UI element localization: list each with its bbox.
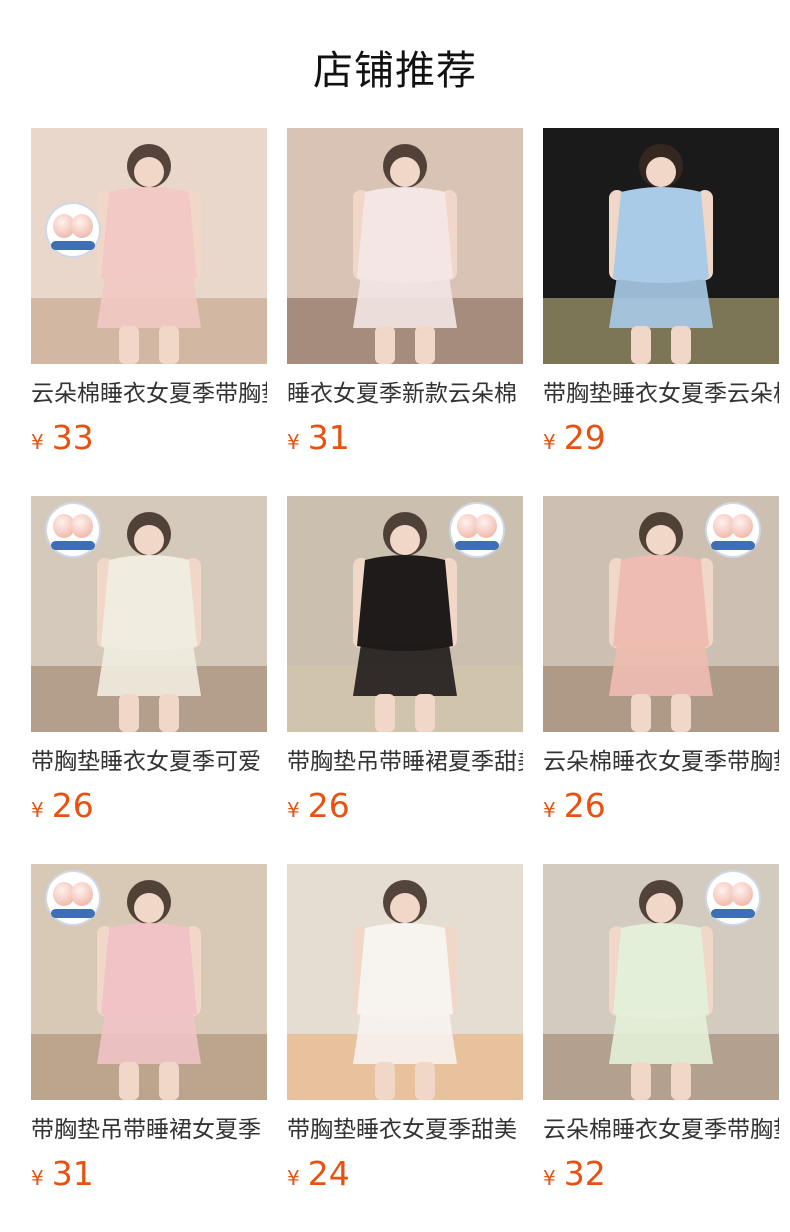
product-image[interactable]	[543, 128, 779, 364]
product-card[interactable]: 睡衣女夏季新款云朵棉 ¥31	[287, 128, 523, 468]
product-name[interactable]: 云朵棉睡衣女夏季带胸垫	[543, 746, 779, 778]
currency-symbol: ¥	[543, 798, 556, 822]
product-price: ¥31	[31, 1152, 94, 1196]
bra-pad-badge-icon	[451, 504, 503, 556]
product-name[interactable]: 睡衣女夏季新款云朵棉	[287, 378, 523, 410]
currency-symbol: ¥	[287, 1166, 300, 1190]
product-price: ¥31	[287, 416, 350, 460]
product-name[interactable]: 带胸垫睡衣女夏季可爱	[31, 746, 267, 778]
product-photo	[543, 128, 779, 364]
product-card[interactable]: 带胸垫睡衣女夏季云朵棉 ¥29	[543, 128, 779, 468]
price-amount: 33	[51, 418, 94, 457]
price-amount: 26	[307, 786, 350, 825]
product-card[interactable]: 云朵棉睡衣女夏季带胸垫 ¥32	[543, 864, 779, 1204]
product-price: ¥26	[287, 784, 350, 828]
product-name[interactable]: 云朵棉睡衣女夏季带胸垫	[543, 1114, 779, 1146]
product-name[interactable]: 带胸垫吊带睡裙女夏季	[31, 1114, 267, 1146]
product-image[interactable]	[31, 864, 267, 1100]
product-photo	[287, 864, 523, 1100]
product-price: ¥33	[31, 416, 94, 460]
product-image[interactable]	[287, 128, 523, 364]
currency-symbol: ¥	[287, 430, 300, 454]
currency-symbol: ¥	[31, 1166, 44, 1190]
product-price: ¥26	[31, 784, 94, 828]
product-card[interactable]: 带胸垫吊带睡裙夏季甜美 ¥26	[287, 496, 523, 836]
currency-symbol: ¥	[543, 430, 556, 454]
product-image[interactable]	[31, 128, 267, 364]
bra-pad-badge-icon	[47, 204, 99, 256]
price-amount: 29	[563, 418, 606, 457]
product-name[interactable]: 带胸垫吊带睡裙夏季甜美	[287, 746, 523, 778]
product-price: ¥24	[287, 1152, 350, 1196]
currency-symbol: ¥	[543, 1166, 556, 1190]
product-photo	[287, 128, 523, 364]
price-amount: 31	[51, 1154, 94, 1193]
currency-symbol: ¥	[31, 798, 44, 822]
product-name[interactable]: 带胸垫睡衣女夏季云朵棉	[543, 378, 779, 410]
product-card[interactable]: 带胸垫睡衣女夏季可爱 ¥26	[31, 496, 267, 836]
product-price: ¥29	[543, 416, 606, 460]
price-amount: 26	[51, 786, 94, 825]
price-amount: 31	[307, 418, 350, 457]
product-price: ¥26	[543, 784, 606, 828]
product-name[interactable]: 带胸垫睡衣女夏季甜美	[287, 1114, 523, 1146]
product-card[interactable]: 云朵棉睡衣女夏季带胸垫 ¥33	[31, 128, 267, 468]
product-card[interactable]: 带胸垫睡衣女夏季甜美 ¥24	[287, 864, 523, 1204]
product-price: ¥32	[543, 1152, 606, 1196]
currency-symbol: ¥	[287, 798, 300, 822]
product-card[interactable]: 云朵棉睡衣女夏季带胸垫 ¥26	[543, 496, 779, 836]
bra-pad-badge-icon	[707, 504, 759, 556]
product-image[interactable]	[543, 864, 779, 1100]
page-title: 店铺推荐	[313, 48, 477, 94]
price-amount: 24	[307, 1154, 350, 1193]
product-name[interactable]: 云朵棉睡衣女夏季带胸垫	[31, 378, 267, 410]
bra-pad-badge-icon	[707, 872, 759, 924]
product-card[interactable]: 带胸垫吊带睡裙女夏季 ¥31	[31, 864, 267, 1204]
product-image[interactable]	[287, 496, 523, 732]
bra-pad-badge-icon	[47, 504, 99, 556]
price-amount: 26	[563, 786, 606, 825]
product-image[interactable]	[287, 864, 523, 1100]
product-image[interactable]	[543, 496, 779, 732]
product-image[interactable]	[31, 496, 267, 732]
bra-pad-badge-icon	[47, 872, 99, 924]
currency-symbol: ¥	[31, 430, 44, 454]
price-amount: 32	[563, 1154, 606, 1193]
